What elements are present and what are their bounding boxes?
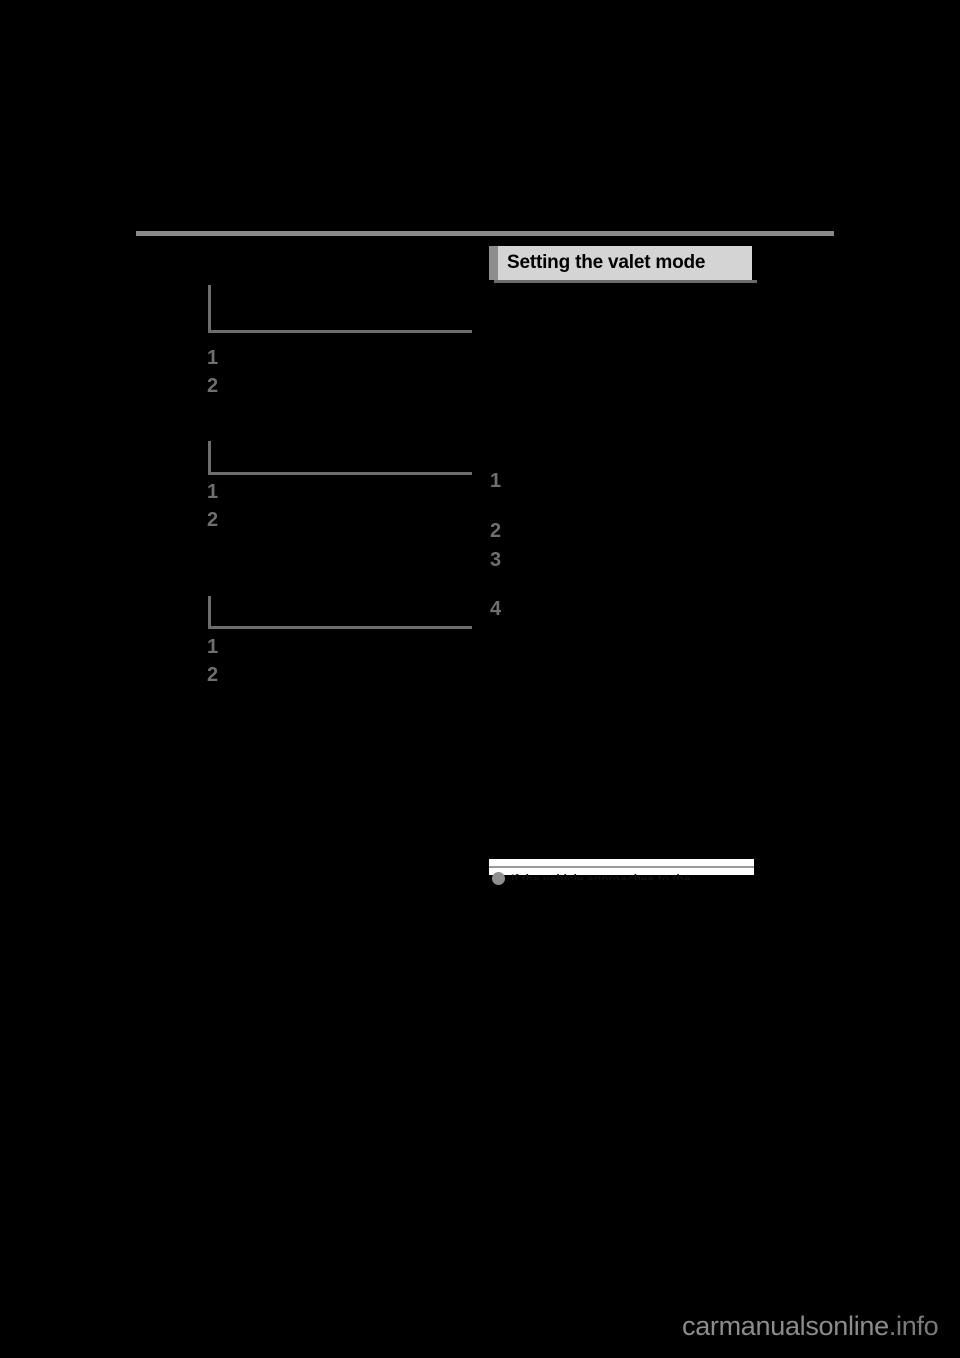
footer-watermark-name: carmanualsonline [682,1311,889,1341]
section-header-title: Setting the valet mode [507,252,706,273]
footer-watermark: carmanualsonline.info [682,1311,939,1342]
subsection-bracket-1 [208,285,472,333]
left-step-number-2-2: 2 [207,509,219,531]
footer-watermark-suffix: .info [888,1311,939,1341]
section-header-shadow [494,280,757,283]
right-step-number-3: 3 [490,549,502,571]
left-step-number-3-1: 1 [207,636,219,658]
right-step-number-4: 4 [490,598,502,620]
left-step-number-1-1: 1 [207,347,219,369]
manual-page: Setting the valet mode 1 2 1 2 1 2 1 2 3… [0,0,960,1358]
left-step-number-2-1: 1 [207,481,219,503]
right-step-number-2: 2 [490,520,502,542]
left-step-number-3-2: 2 [207,664,219,686]
subsection-bracket-2 [208,441,472,475]
left-step-number-1-2: 2 [207,375,219,397]
section-header-setting-the-valet-mode: Setting the valet mode [489,246,752,280]
page-header-rule [136,231,834,236]
notice-bullet-icon [492,872,505,885]
notice-text: If the vehicle approaches to the [511,872,691,880]
right-step-number-1: 1 [490,470,502,492]
subsection-bracket-3 [208,596,472,629]
